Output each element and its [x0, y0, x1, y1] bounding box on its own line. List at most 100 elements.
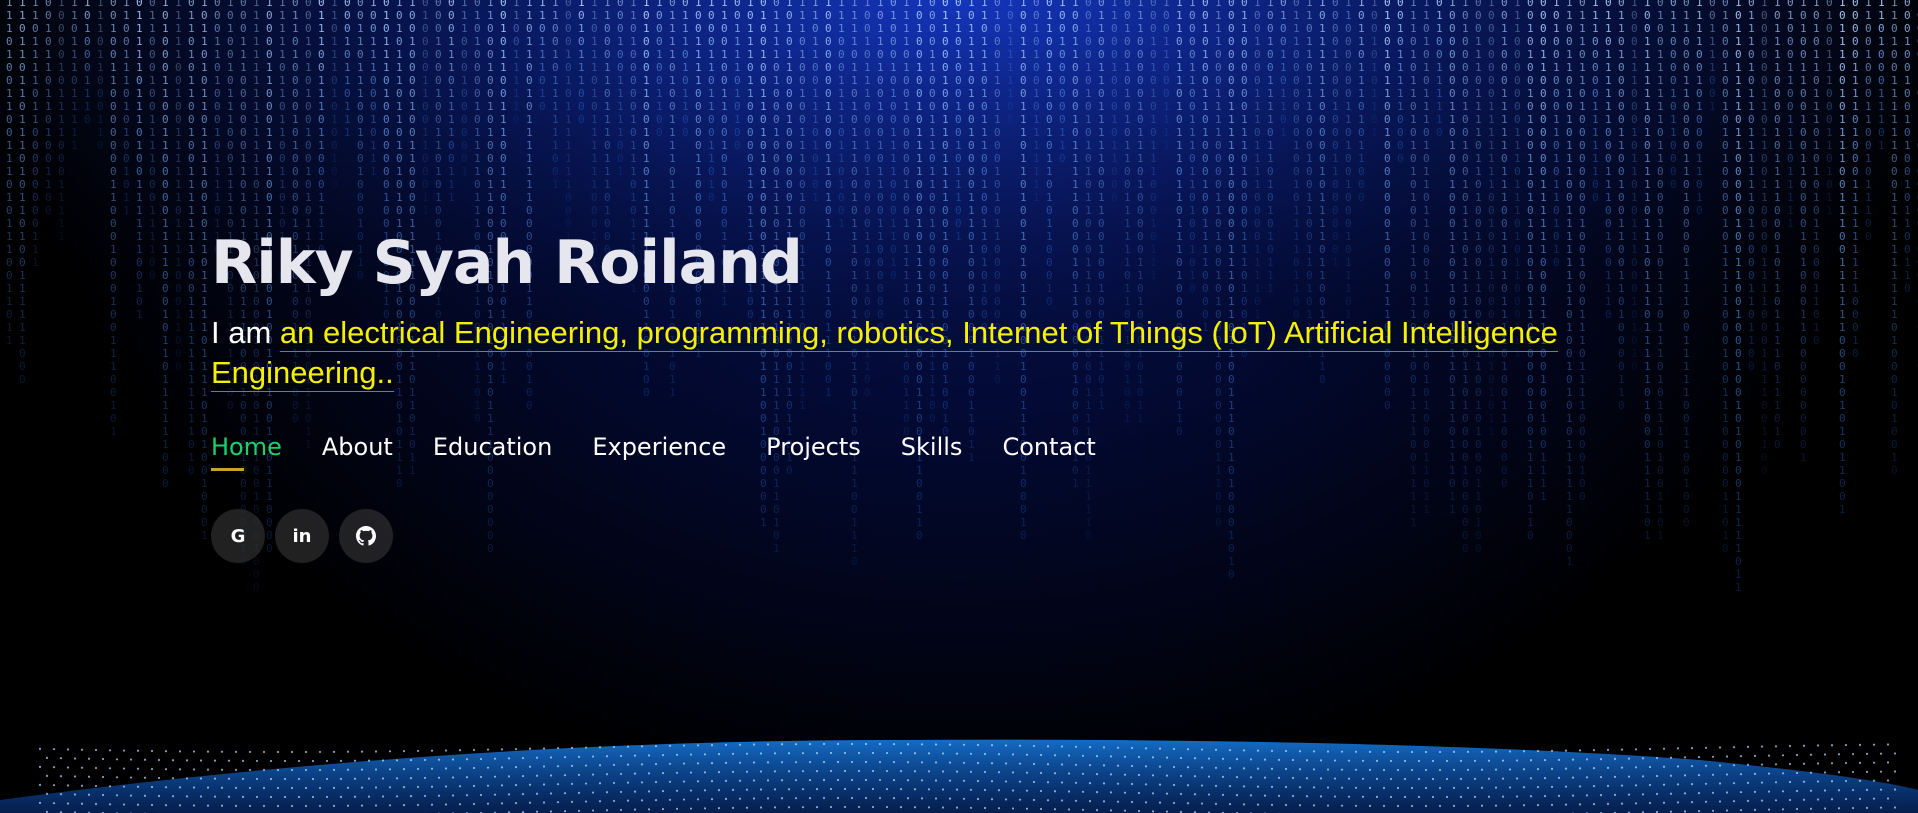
svg-text:1: 1: [1033, 139, 1040, 152]
nav-experience[interactable]: Experience: [592, 433, 726, 471]
svg-text:1: 1: [6, 100, 13, 113]
svg-text:0: 0: [1800, 126, 1807, 139]
svg-text:0: 0: [1098, 178, 1105, 191]
svg-text:0: 0: [253, 581, 260, 594]
svg-text:1: 1: [487, 9, 494, 22]
svg-text:1: 1: [1020, 48, 1027, 61]
svg-text:1: 1: [32, 243, 39, 256]
svg-text:1: 1: [71, 126, 78, 139]
svg-text:0: 0: [1033, 100, 1040, 113]
svg-text:1: 1: [968, 35, 975, 48]
svg-text:1: 1: [656, 87, 663, 100]
svg-text:1: 1: [1280, 100, 1287, 113]
svg-text:0: 0: [1345, 87, 1352, 100]
svg-text:1: 1: [526, 35, 533, 48]
nav-home[interactable]: Home: [211, 433, 282, 471]
svg-text:1: 1: [1904, 35, 1911, 48]
svg-text:1: 1: [227, 22, 234, 35]
svg-text:0: 0: [1774, 438, 1781, 451]
svg-text:1: 1: [201, 321, 208, 334]
svg-text:1: 1: [175, 9, 182, 22]
svg-text:0: 0: [1501, 9, 1508, 22]
svg-text:1: 1: [305, 191, 312, 204]
svg-text:1: 1: [526, 9, 533, 22]
svg-text:0: 0: [1839, 165, 1846, 178]
svg-text:0: 0: [1176, 87, 1183, 100]
svg-text:1: 1: [1631, 152, 1638, 165]
nav-projects[interactable]: Projects: [766, 433, 861, 471]
svg-text:1: 1: [1007, 0, 1014, 9]
svg-text:1: 1: [1670, 87, 1677, 100]
svg-text:1: 1: [487, 191, 494, 204]
nav-skills[interactable]: Skills: [901, 433, 963, 471]
svg-text:0: 0: [734, 139, 741, 152]
svg-text:1: 1: [1852, 230, 1859, 243]
svg-text:0: 0: [747, 191, 754, 204]
svg-text:1: 1: [474, 165, 481, 178]
github-link[interactable]: [339, 509, 393, 563]
svg-text:0: 0: [1267, 191, 1274, 204]
svg-text:0: 0: [1397, 113, 1404, 126]
svg-text:1: 1: [1098, 100, 1105, 113]
svg-text:1: 1: [6, 139, 13, 152]
svg-text:1: 1: [279, 165, 286, 178]
svg-text:0: 0: [1332, 35, 1339, 48]
svg-text:0: 0: [1722, 373, 1729, 386]
svg-text:1: 1: [1137, 126, 1144, 139]
svg-text:1: 1: [1345, 139, 1352, 152]
svg-text:0: 0: [136, 256, 143, 269]
svg-text:0: 0: [565, 22, 572, 35]
svg-text:1: 1: [461, 0, 468, 9]
svg-text:1: 1: [110, 178, 117, 191]
svg-text:0: 0: [1228, 191, 1235, 204]
svg-text:1: 1: [747, 35, 754, 48]
svg-text:1: 1: [981, 35, 988, 48]
svg-text:1: 1: [851, 139, 858, 152]
svg-text:1: 1: [84, 22, 91, 35]
svg-text:1: 1: [1748, 282, 1755, 295]
svg-text:0: 0: [1176, 35, 1183, 48]
svg-text:0: 0: [1774, 204, 1781, 217]
svg-text:0: 0: [266, 100, 273, 113]
svg-text:0: 0: [1462, 35, 1469, 48]
svg-text:1: 1: [370, 152, 377, 165]
nav-about[interactable]: About: [322, 433, 393, 471]
svg-text:1: 1: [448, 48, 455, 61]
svg-text:1: 1: [1046, 152, 1053, 165]
svg-text:0: 0: [149, 178, 156, 191]
svg-text:0: 0: [1085, 0, 1092, 9]
svg-text:1: 1: [1579, 35, 1586, 48]
svg-text:1: 1: [1813, 217, 1820, 230]
svg-text:0: 0: [58, 35, 65, 48]
svg-text:1: 1: [474, 35, 481, 48]
svg-text:0: 0: [1865, 230, 1872, 243]
svg-text:1: 1: [643, 87, 650, 100]
svg-text:0: 0: [1787, 0, 1794, 9]
svg-text:1: 1: [1111, 152, 1118, 165]
svg-text:0: 0: [1735, 282, 1742, 295]
google-link[interactable]: G: [211, 509, 265, 563]
svg-text:0: 0: [383, 113, 390, 126]
svg-text:0: 0: [1618, 87, 1625, 100]
svg-text:0: 0: [188, 269, 195, 282]
svg-text:0: 0: [1696, 113, 1703, 126]
svg-text:1: 1: [812, 191, 819, 204]
svg-text:1: 1: [630, 191, 637, 204]
svg-text:0: 0: [1709, 9, 1716, 22]
linkedin-link[interactable]: in: [275, 509, 329, 563]
svg-text:0: 0: [1553, 100, 1560, 113]
svg-text:1: 1: [1319, 87, 1326, 100]
svg-text:1: 1: [1787, 61, 1794, 74]
nav-education[interactable]: Education: [433, 433, 552, 471]
svg-text:0: 0: [1735, 386, 1742, 399]
svg-text:0: 0: [370, 87, 377, 100]
svg-text:1: 1: [6, 152, 13, 165]
svg-text:0: 0: [1202, 9, 1209, 22]
svg-text:0: 0: [32, 178, 39, 191]
svg-text:1: 1: [851, 22, 858, 35]
svg-text:1: 1: [643, 178, 650, 191]
svg-text:0: 0: [1800, 100, 1807, 113]
nav-contact[interactable]: Contact: [1002, 433, 1095, 471]
svg-text:1: 1: [1033, 87, 1040, 100]
svg-text:0: 0: [175, 295, 182, 308]
